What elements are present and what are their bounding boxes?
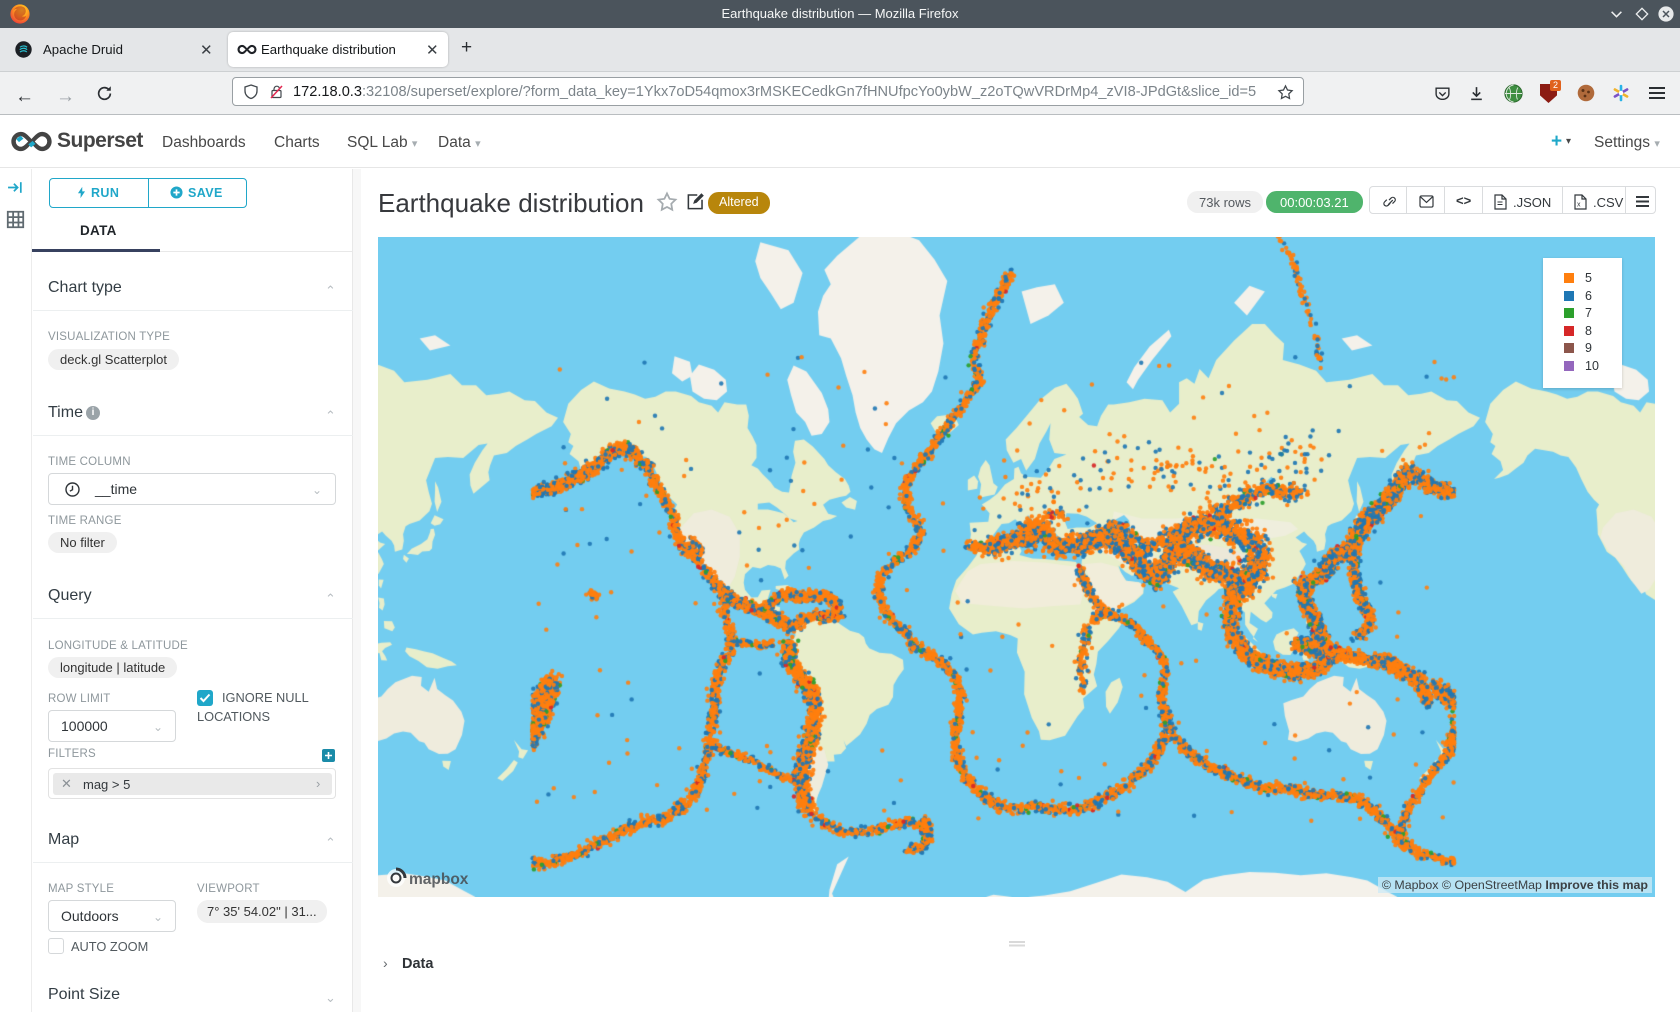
svg-text:x: x xyxy=(1577,202,1581,209)
svg-text:mapbox: mapbox xyxy=(409,871,469,888)
